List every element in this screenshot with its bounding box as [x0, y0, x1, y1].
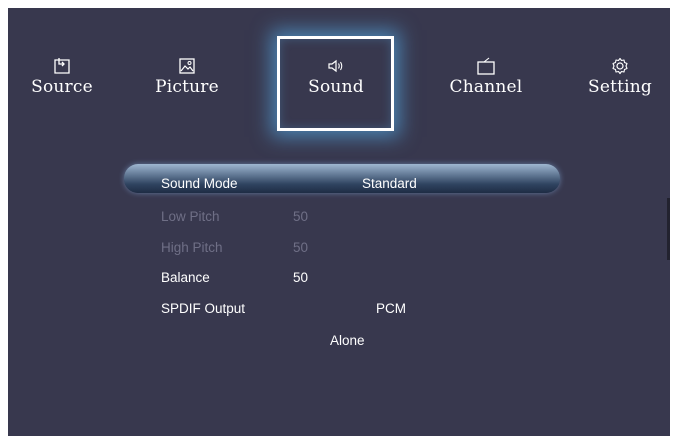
nav-channel[interactable]: Channel: [431, 43, 541, 143]
high-pitch-value: 50: [293, 240, 309, 255]
menu-row-sound-mode[interactable]: Sound Mode Standard: [8, 173, 670, 197]
menu-row-low-pitch: Low Pitch 50: [8, 206, 670, 230]
nav-source-label: Source: [31, 77, 93, 97]
low-pitch-value: 50: [293, 209, 309, 224]
nav-picture-label: Picture: [155, 77, 219, 97]
menu-row-high-pitch: High Pitch 50: [8, 237, 670, 261]
menu-row-spdif-output[interactable]: SPDIF Output PCM: [8, 298, 670, 322]
nav-channel-label: Channel: [449, 77, 523, 97]
gear-icon: [610, 57, 630, 75]
sound-mode-label: Sound Mode: [161, 176, 238, 191]
nav-setting[interactable]: Setting: [565, 43, 670, 143]
alone-label: Alone: [330, 333, 365, 348]
tv-screen: Source Picture Sound Channel Setting Sou…: [8, 8, 670, 436]
balance-value: 50: [293, 270, 309, 285]
nav-picture[interactable]: Picture: [132, 43, 242, 143]
spdif-output-value: PCM: [376, 301, 406, 316]
nav-selection-highlight: [277, 36, 394, 131]
spdif-output-label: SPDIF Output: [161, 301, 246, 316]
nav-setting-label: Setting: [587, 77, 653, 97]
scrollbar-edge: [667, 198, 670, 260]
menu-row-alone[interactable]: Alone: [8, 330, 670, 354]
menu-row-balance[interactable]: Balance 50: [8, 267, 670, 291]
high-pitch-label: High Pitch: [161, 240, 223, 255]
sound-mode-value: Standard: [362, 176, 417, 191]
tv-icon: [476, 57, 496, 75]
source-input-icon: [52, 57, 72, 75]
nav-source[interactable]: Source: [8, 43, 117, 143]
low-pitch-label: Low Pitch: [161, 209, 220, 224]
picture-icon: [177, 57, 197, 75]
balance-label: Balance: [161, 270, 210, 285]
